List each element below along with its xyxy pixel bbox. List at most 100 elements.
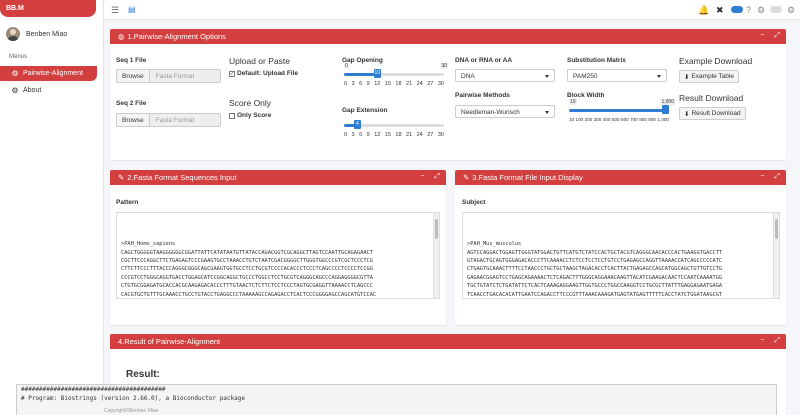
bell-icon[interactable]: 🔔 xyxy=(698,5,709,16)
cog-icon: ⚙ xyxy=(11,86,19,95)
slider-tick-label: 500 xyxy=(611,117,620,122)
sequences-input-panel: ✎ 2.Fasta Format Sequences Input − ⤢ Patt… xyxy=(110,170,446,325)
sequence-line: CACGTGCTGTTTGCAAACCTGCCTGTACCTGAGGCCCTAA… xyxy=(121,291,377,298)
controlbar-toggle[interactable] xyxy=(770,6,782,13)
slider-tick-label: 18 xyxy=(395,132,402,138)
slider-tick-label: 6 xyxy=(359,81,363,87)
subject-label: Subject xyxy=(462,199,486,206)
sidebar-item-label: Pairwise-Alignment xyxy=(23,70,83,77)
settings-icon[interactable]: ⚙ xyxy=(787,5,795,16)
collapse-icon[interactable]: − xyxy=(760,337,764,345)
substitution-matrix-label: Substitution Matrix xyxy=(567,57,626,64)
only-score-checkbox[interactable]: Only Score xyxy=(229,112,271,119)
seq2-file-input[interactable]: Browse Fasta Format xyxy=(116,113,221,127)
slider-tick-label: 1,000 xyxy=(657,117,669,122)
slider-tick-label: 21 xyxy=(406,81,413,87)
slider-tick-label: 30 xyxy=(437,132,444,138)
footer: Copyright©Benben Miao xyxy=(104,408,159,414)
slider-tick-label: 18 xyxy=(395,81,402,87)
pencil-icon: ✎ xyxy=(118,173,125,182)
subject-textarea[interactable]: >PAH_Mus_musculus AGTCCAGGACTGGAGTTGGGTAT… xyxy=(462,212,780,299)
slider-fill xyxy=(569,109,669,112)
slider-tick-label: 15 xyxy=(384,132,391,138)
slider-tick-label: 700 xyxy=(630,117,638,122)
hamburger-menu-icon[interactable]: ☰ xyxy=(111,5,119,16)
sequence-header: ######################################## xyxy=(21,386,166,393)
collapse-icon[interactable]: − xyxy=(420,173,424,181)
gap-opening-slider[interactable]: 10 0 30 0 3 6 9 12 15 18 21 24 27 30 xyxy=(344,63,448,89)
sidebar-item-label: About xyxy=(23,87,42,94)
pattern-label: Pattern xyxy=(116,199,139,206)
slider-tick-label: 12 xyxy=(374,132,381,138)
file-display-panel: ✎ 3.Fasta Format File Input Display − ⤢ S… xyxy=(455,170,786,325)
scrollbar[interactable] xyxy=(433,213,439,298)
user-name: Benben Miao xyxy=(26,30,68,38)
sidebar: BB.M Benben Miao Menus ⚙ Pairwise-Alignm… xyxy=(0,0,104,415)
help-icon[interactable]: ? xyxy=(746,5,751,15)
slider-tick-label: 24 xyxy=(416,132,423,138)
pattern-textarea[interactable]: >PAH_Homo_sapiens CAGCTGGGGGTAAGGGGGGCGGA… xyxy=(116,212,440,299)
slider-tick-label: 27 xyxy=(427,81,434,87)
slider-tick-label: 800 xyxy=(639,117,647,122)
panel-title: 4.Result of Pairwise-Alignment xyxy=(118,337,221,346)
app-icon[interactable]: ▤ xyxy=(128,5,136,14)
pencil-icon: ✎ xyxy=(463,173,470,182)
options-panel-icon: ◍ xyxy=(118,32,125,41)
sequence-line: GTAGACTGCAGTGGGAGACACCCTTCAAAACCTCTCCTCC… xyxy=(467,258,723,265)
seq2-label: Seq 2 File xyxy=(116,100,147,107)
avatar xyxy=(6,27,20,41)
maximize-icon[interactable]: ⤢ xyxy=(774,337,780,345)
sequence-line: CTTCTTCCCTTTACCCAGGGCGGGCAGCGAAGTGGTGCCT… xyxy=(121,266,373,273)
theme-toggle[interactable] xyxy=(731,6,743,13)
collapse-icon[interactable]: − xyxy=(760,173,764,181)
gears-icon[interactable]: ⚙ xyxy=(757,5,765,16)
gap-extension-slider[interactable]: 4 0 3 6 9 12 15 18 21 24 27 30 xyxy=(344,120,444,140)
sidebar-item-about[interactable]: ⚙ About xyxy=(0,83,97,98)
seq1-placeholder[interactable]: Fasta Format xyxy=(149,70,220,82)
slider-tick-label: 200 xyxy=(584,117,593,122)
maximize-icon[interactable]: ⤢ xyxy=(774,32,780,40)
browse-button[interactable]: Browse xyxy=(117,114,150,126)
dna-rna-aa-select[interactable]: DNA xyxy=(455,69,555,82)
slider-tick-label: 0 xyxy=(344,132,348,138)
sequence-line: TGCTGTATCTCTGATATTCTCACTCAAAGAGGAAGTTGGT… xyxy=(467,283,723,290)
top-navbar: ☰ ▤ 🔔 ✖ ? ⚙ ⚙ xyxy=(104,0,800,20)
sequence-line: CCCGTCCTGGGCAGGTGACCTGGAGCATCCGGCAGGCTGC… xyxy=(121,274,373,281)
block-width-slider[interactable]: 10 1,000 10 100 200 300 400 500 600 700 800 900 1,… xyxy=(569,99,675,125)
slider-handle[interactable]: 4 xyxy=(353,120,361,129)
default-upload-checkbox[interactable]: ✓ Default: Upload File xyxy=(229,70,298,77)
maximize-icon[interactable]: ⤢ xyxy=(434,173,440,181)
browse-button[interactable]: Browse xyxy=(117,70,150,82)
block-width-label: Block Width xyxy=(567,92,605,99)
dna-rna-aa-label: DNA or RNA or AA xyxy=(455,57,513,64)
scrollbar[interactable] xyxy=(773,213,779,298)
pairwise-methods-select[interactable]: Needleman-Wunsch xyxy=(455,105,555,118)
slider-tick-label: 300 xyxy=(593,117,602,122)
checkbox-checked-icon[interactable]: ✓ xyxy=(229,70,235,77)
checkbox-label: Only Score xyxy=(237,112,272,119)
example-table-button[interactable]: ⬇ Example Table xyxy=(679,70,739,83)
tools-icon[interactable]: ✖ xyxy=(716,5,724,16)
maximize-icon[interactable]: ⤢ xyxy=(774,173,780,181)
sidebar-item-pairwise-alignment[interactable]: ⚙ Pairwise-Alignment xyxy=(0,66,97,81)
options-panel: ◍ 1.Pairwise-Alignment Options − ⤢ Seq 1 … xyxy=(110,29,786,160)
slider-fill xyxy=(344,73,378,76)
substitution-matrix-select[interactable]: PAM250 xyxy=(567,69,667,82)
slider-tick-label: 900 xyxy=(648,117,656,122)
app-brand[interactable]: BB.M xyxy=(0,0,96,17)
slider-tick-label: 3 xyxy=(351,132,355,138)
slider-tick-label: 6 xyxy=(359,132,363,138)
slider-handle[interactable] xyxy=(662,105,669,114)
sequence-line: TCAACCTGACACACATTGAATCCAGACCTTCCCGTTTAAA… xyxy=(467,291,723,298)
slider-tick-label: 400 xyxy=(602,117,611,122)
seq1-label: Seq 1 File xyxy=(116,57,147,64)
seq2-placeholder[interactable]: Fasta Format xyxy=(149,114,220,126)
result-download-title: Result Download xyxy=(679,93,744,103)
checkbox-unchecked-icon[interactable] xyxy=(229,112,235,119)
seq1-file-input[interactable]: Browse Fasta Format xyxy=(116,69,221,83)
sequence-line: CAGCTGGGGGTAAGGGGGGCGGATTATTCATATAATGTTA… xyxy=(121,249,373,256)
result-download-button[interactable]: ⬇ Result Download xyxy=(679,107,746,120)
collapse-icon[interactable]: − xyxy=(760,32,764,40)
result-title: Result: xyxy=(126,369,160,380)
slider-handle[interactable]: 10 xyxy=(373,69,381,78)
